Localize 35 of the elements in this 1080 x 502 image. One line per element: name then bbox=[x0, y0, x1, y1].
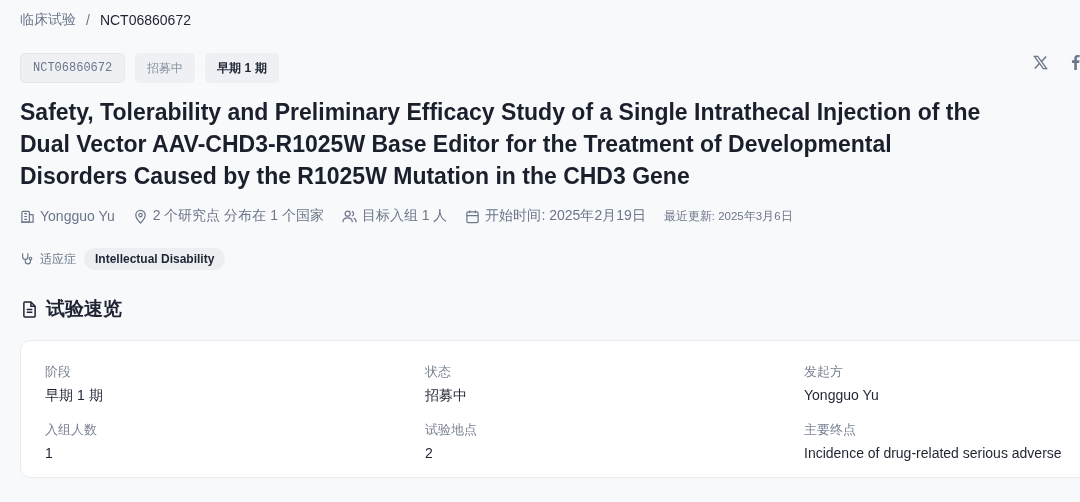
meta-text: 2 个研究点 分布在 1 个国家 bbox=[152, 207, 324, 225]
field-value: Incidence of drug-related serious adverse bbox=[804, 445, 1063, 461]
field-label: 主要终点 bbox=[804, 421, 857, 439]
section-title: 试验速览 bbox=[46, 297, 122, 321]
condition-tag[interactable]: Intellectual Disability bbox=[84, 248, 226, 270]
meta-text: Yongguo Yu bbox=[40, 208, 115, 224]
tag: NCT06860672 bbox=[20, 53, 126, 83]
meta-text: 目标入组 1 人 bbox=[361, 207, 448, 225]
field-label: 阶段 bbox=[45, 363, 72, 381]
calendar-icon bbox=[465, 208, 481, 224]
field-label: 状态 bbox=[425, 363, 452, 381]
location-pin-icon bbox=[132, 208, 148, 224]
x-share-icon[interactable] bbox=[1033, 54, 1048, 70]
stethoscope-icon bbox=[20, 252, 34, 266]
users-icon bbox=[341, 208, 357, 224]
meta-text: 最近更新: 2025年3月6日 bbox=[663, 208, 793, 224]
field-label: 试验地点 bbox=[425, 421, 478, 439]
field-label: 发起方 bbox=[804, 363, 844, 381]
field-value: Yongguo Yu bbox=[804, 387, 880, 403]
tag: 早期 1 期 bbox=[205, 53, 279, 83]
indication-label: 适应症 bbox=[40, 250, 76, 268]
field-value: 招募中 bbox=[425, 387, 468, 405]
breadcrumb-separator: / bbox=[86, 12, 90, 28]
document-icon bbox=[22, 300, 37, 318]
tag: 招募中 bbox=[135, 53, 196, 83]
building-icon bbox=[20, 208, 35, 224]
field-value: 1 bbox=[45, 445, 54, 461]
facebook-share-icon[interactable] bbox=[1071, 54, 1080, 70]
field-value: 早期 1 期 bbox=[45, 387, 104, 405]
meta-text: 开始时间: 2025年2月19日 bbox=[485, 207, 646, 225]
trial-title: Safety, Tolerability and Preliminary Efficacy Study of a Single Intrathecal Injection of the Dual Vector AAV-CHD3-R1025W Base Editor for the Treatment of Developmental Disorders Caused by the R1025W Mutation in the CHD3 Gene bbox=[20, 98, 982, 191]
breadcrumb-current: NCT06860672 bbox=[99, 12, 191, 28]
field-label: 入组人数 bbox=[45, 421, 98, 439]
field-value: 2 bbox=[425, 445, 434, 461]
breadcrumb-link[interactable]: 临床试验 bbox=[20, 11, 76, 29]
